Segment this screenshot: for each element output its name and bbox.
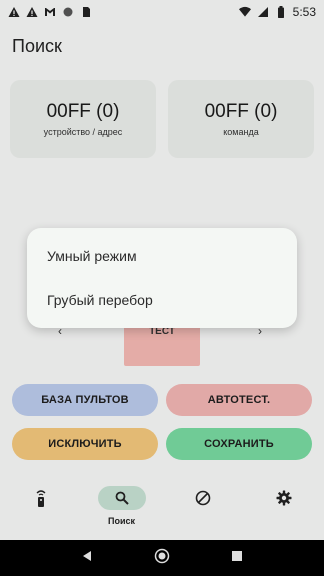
menu-item-smart-mode[interactable]: Умный режим	[47, 248, 137, 264]
home-icon[interactable]	[154, 548, 170, 569]
recents-icon[interactable]	[231, 549, 243, 567]
menu-item-brute-force[interactable]: Грубый перебор	[47, 292, 153, 308]
system-navigation-bar	[0, 540, 324, 576]
mode-popup-menu: Умный режим Грубый перебор	[27, 228, 297, 328]
back-icon[interactable]	[81, 549, 93, 567]
